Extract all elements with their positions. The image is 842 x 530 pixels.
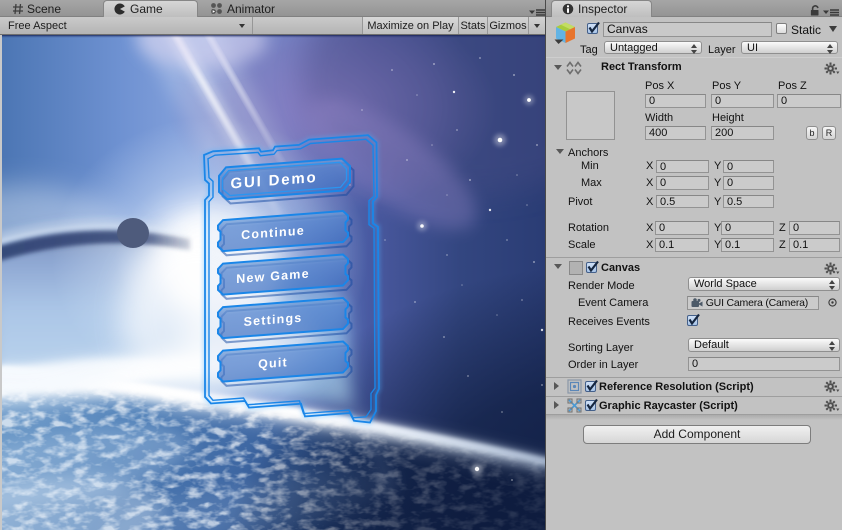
- svg-text:Quit: Quit: [258, 355, 288, 371]
